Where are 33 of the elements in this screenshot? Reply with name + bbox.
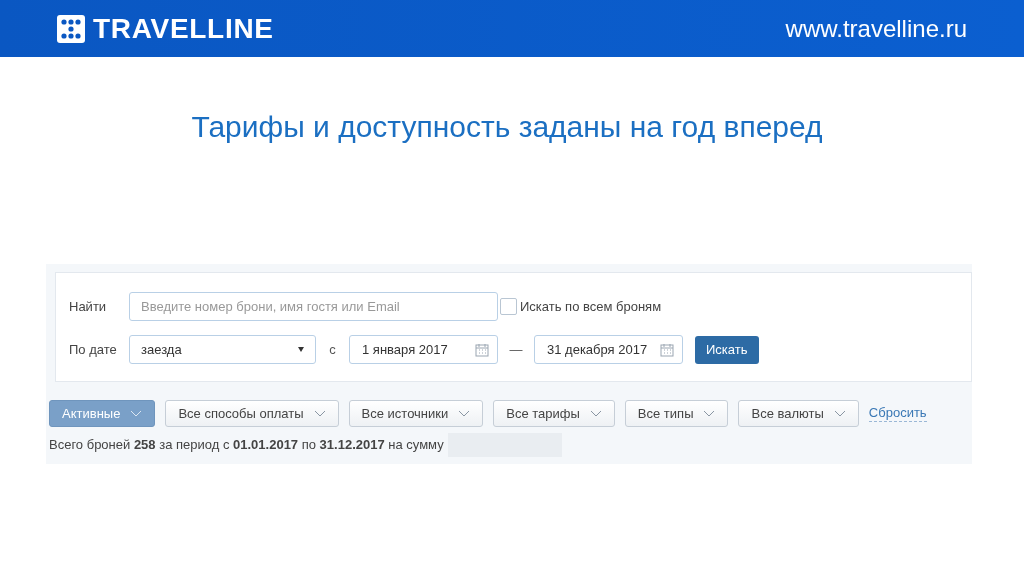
calendar-icon[interactable] [660,342,674,357]
end-date-value: 31 декабря 2017 [547,340,648,359]
range-dash: — [508,340,524,359]
start-date-field[interactable]: 1 января 2017 [349,335,498,364]
checkbox-label: Искать по всем броням [520,297,662,316]
filter-dropdown[interactable]: Все валюты [738,400,859,427]
logo-icon [57,14,85,43]
reset-link[interactable]: Сбросить [868,404,927,423]
chevron-down-icon [458,410,471,417]
from-label: с [328,340,337,359]
chevron-down-icon [703,410,716,417]
website-url: www.travelline.ru [785,13,967,44]
chevron-down-icon [130,410,143,417]
chevron-down-icon [313,410,326,417]
start-date-value: 1 января 2017 [362,340,448,359]
chevron-down-icon [589,410,602,417]
find-label: Найти [69,297,108,316]
logo-text: TRAVELLINE [93,11,274,46]
chevron-down-icon [833,410,846,417]
booking-summary: Всего броней 258 за период с 01.01.2017 по 31.12.2017 на сумму [49,436,444,455]
filter-dropdown[interactable]: Все тарифы [493,400,615,427]
dropdown-caret-icon [298,347,304,352]
search-field[interactable]: Введите номер брони, имя гостя или Email [129,292,498,321]
date-label: По дате [69,340,118,359]
slide-title: Тарифы и доступность заданы на год вперед [190,112,824,142]
filter-dropdown[interactable]: Все типы [624,400,729,427]
checkbox[interactable] [500,298,517,315]
filter-dropdown[interactable]: Все источники [348,400,484,427]
date-type-select[interactable]: заезда [129,335,316,364]
end-date-field[interactable]: 31 декабря 2017 [534,335,683,364]
filter-dropdown[interactable]: Все способы оплаты [165,400,339,427]
calendar-icon[interactable] [475,342,489,357]
search-button[interactable]: Искать [695,335,759,364]
